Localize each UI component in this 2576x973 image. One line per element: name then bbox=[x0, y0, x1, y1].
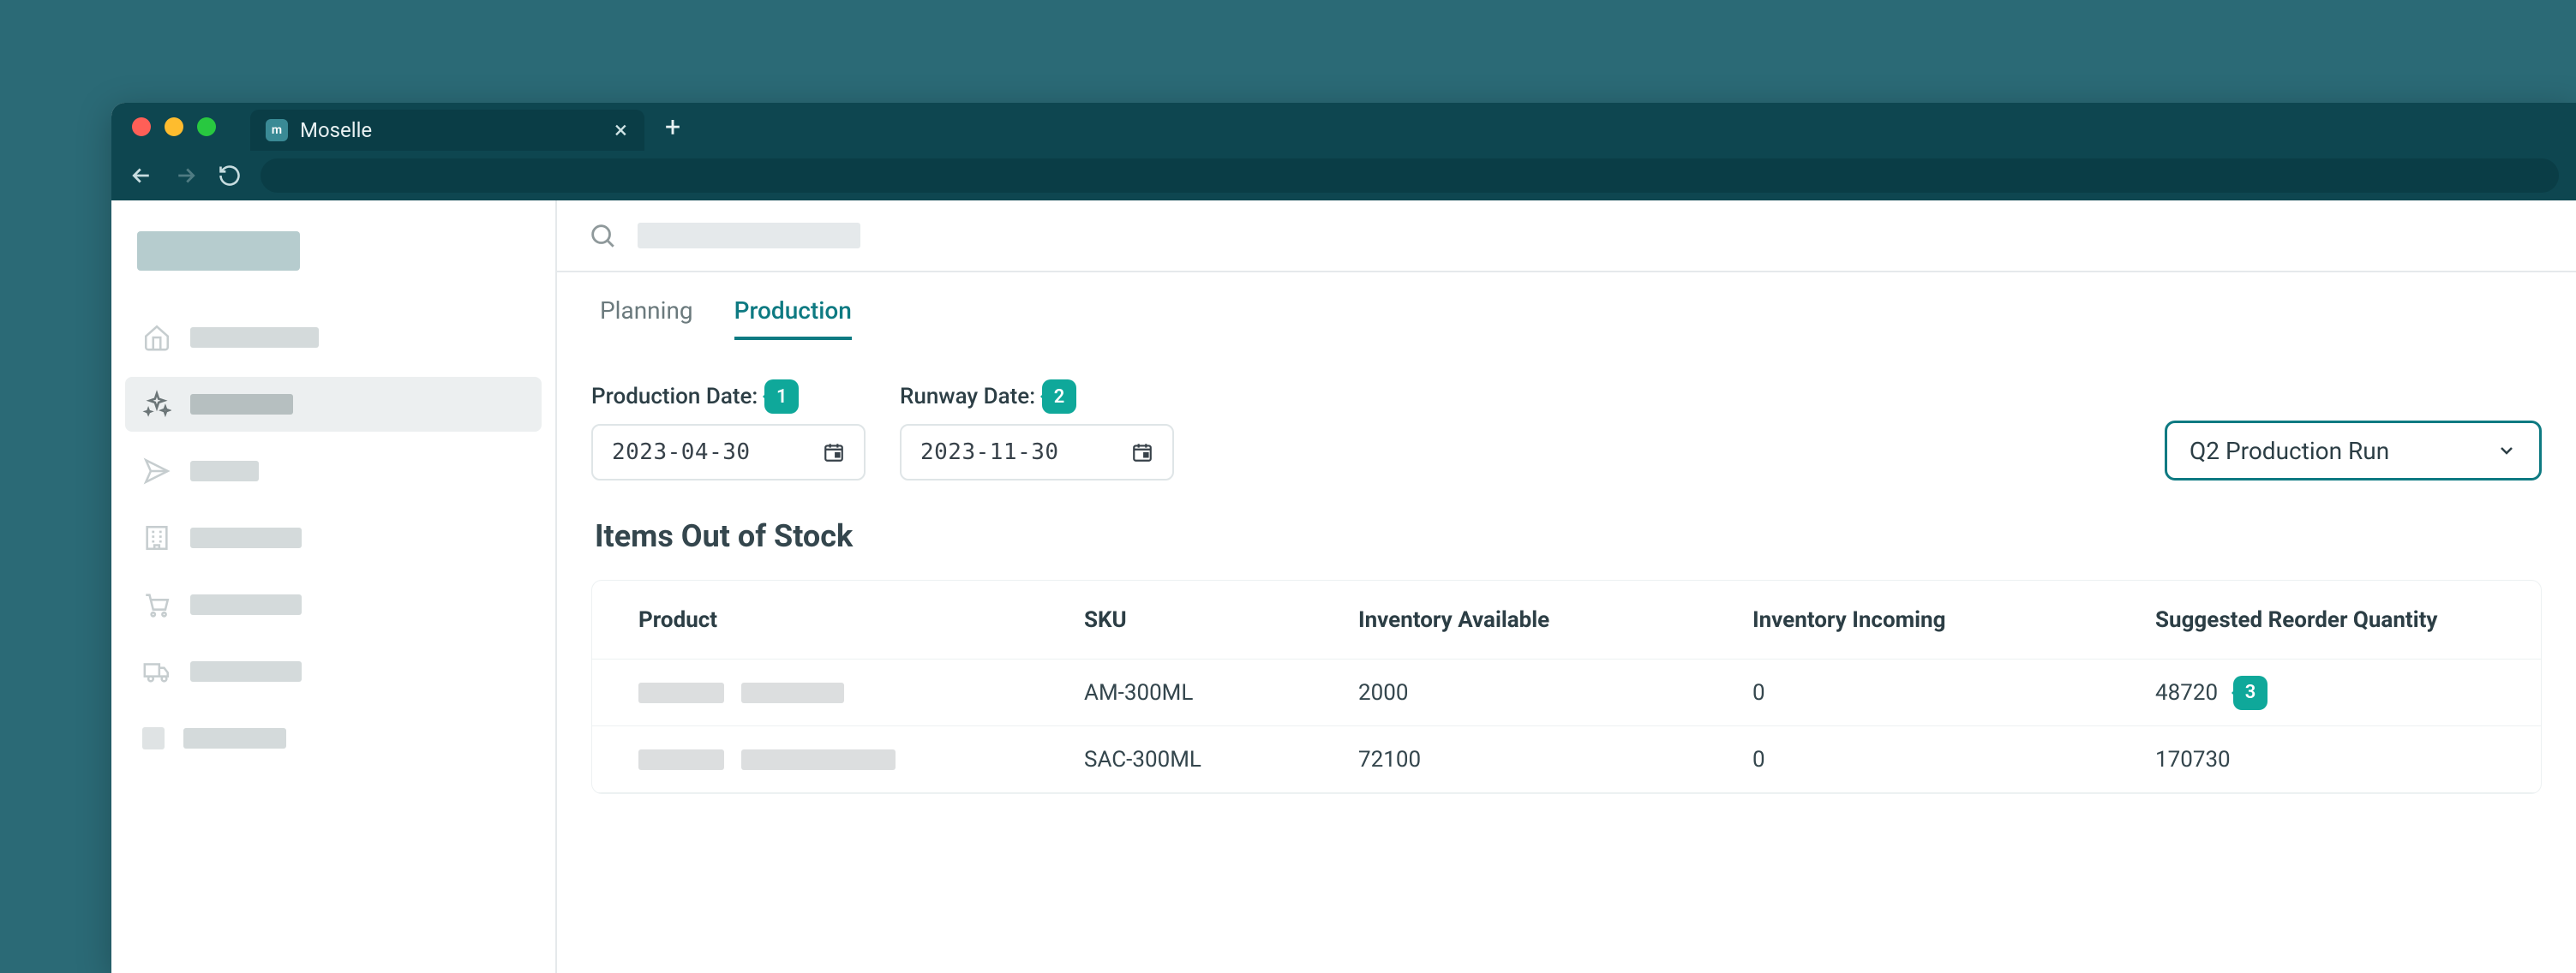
tab-bar: m Moselle × + bbox=[111, 103, 2576, 151]
search-icon bbox=[588, 221, 617, 250]
sidebar-item-send[interactable] bbox=[125, 444, 542, 498]
production-date-input[interactable]: 2023-04-30 bbox=[591, 424, 866, 481]
tab-planning[interactable]: Planning bbox=[600, 296, 693, 340]
cell-reorder: 48720 3 bbox=[2155, 676, 2495, 710]
col-incoming: Inventory Incoming bbox=[1752, 607, 2155, 633]
cell-available: 72100 bbox=[1358, 747, 1752, 773]
sidebar-label-skeleton bbox=[190, 327, 319, 348]
cart-icon bbox=[142, 590, 171, 619]
address-bar[interactable] bbox=[261, 158, 2559, 193]
browser-chrome: m Moselle × + bbox=[111, 103, 2576, 200]
product-skeleton bbox=[638, 683, 1084, 703]
runway-date-label: Runway Date: 2 bbox=[900, 379, 1174, 414]
cell-incoming: 0 bbox=[1752, 680, 2155, 706]
callout-2: 2 bbox=[1042, 379, 1076, 414]
col-sku: SKU bbox=[1084, 607, 1358, 633]
tab-production[interactable]: Production bbox=[734, 296, 852, 340]
sidebar-label-skeleton bbox=[190, 528, 302, 548]
stock-table: Product SKU Inventory Available Inventor… bbox=[591, 580, 2542, 794]
sidebar-item-home[interactable] bbox=[125, 310, 542, 365]
table-row[interactable]: AM-300ML 2000 0 48720 3 bbox=[592, 660, 2541, 726]
building-icon bbox=[142, 523, 171, 552]
sidebar-item-active[interactable] bbox=[125, 377, 542, 432]
col-available: Inventory Available bbox=[1358, 607, 1752, 633]
search-input[interactable] bbox=[638, 223, 860, 248]
col-product: Product bbox=[638, 607, 1084, 633]
send-icon bbox=[142, 457, 171, 486]
new-tab-button[interactable]: + bbox=[665, 113, 680, 140]
sidebar-label-skeleton bbox=[190, 661, 302, 682]
window-maximize-button[interactable] bbox=[197, 117, 216, 136]
main-content: Planning Production Production Date: 1 2… bbox=[557, 200, 2576, 973]
product-skeleton bbox=[638, 749, 1084, 770]
filter-production-date: Production Date: 1 2023-04-30 bbox=[591, 379, 866, 481]
tab-favicon: m bbox=[266, 119, 288, 141]
sidebar-item-truck[interactable] bbox=[125, 644, 542, 699]
traffic-lights bbox=[132, 117, 216, 136]
square-icon bbox=[142, 727, 165, 749]
sidebar-label-skeleton bbox=[190, 594, 302, 615]
sparkles-icon bbox=[142, 390, 171, 419]
browser-window: m Moselle × + bbox=[111, 103, 2576, 973]
production-run-select[interactable]: Q2 Production Run bbox=[2165, 421, 2542, 481]
tab-title: Moselle bbox=[300, 118, 602, 142]
app-logo bbox=[137, 231, 300, 271]
production-date-label: Production Date: 1 bbox=[591, 379, 866, 414]
tab-close-button[interactable]: × bbox=[614, 118, 627, 142]
nav-reload-button[interactable] bbox=[218, 164, 242, 188]
table-header: Product SKU Inventory Available Inventor… bbox=[592, 581, 2541, 660]
url-bar bbox=[111, 151, 2576, 200]
col-reorder: Suggested Reorder Quantity bbox=[2155, 607, 2495, 633]
truck-icon bbox=[142, 657, 171, 686]
sidebar-item-cart[interactable] bbox=[125, 577, 542, 632]
callout-1: 1 bbox=[764, 379, 799, 414]
sidebar-label-skeleton bbox=[190, 461, 259, 481]
cell-reorder: 170730 bbox=[2155, 747, 2495, 773]
calendar-icon bbox=[823, 441, 845, 463]
filters-row: Production Date: 1 2023-04-30 Runway bbox=[591, 379, 2542, 481]
window-close-button[interactable] bbox=[132, 117, 151, 136]
cell-sku: AM-300ML bbox=[1084, 680, 1358, 706]
runway-date-input[interactable]: 2023-11-30 bbox=[900, 424, 1174, 481]
home-icon bbox=[142, 323, 171, 352]
nav-forward-button[interactable] bbox=[173, 163, 199, 188]
calendar-icon bbox=[1131, 441, 1153, 463]
content-area: Planning Production Production Date: 1 2… bbox=[557, 272, 2576, 818]
callout-3: 3 bbox=[2233, 676, 2267, 710]
cell-incoming: 0 bbox=[1752, 747, 2155, 773]
section-title: Items Out of Stock bbox=[595, 518, 2542, 554]
app-shell: Planning Production Production Date: 1 2… bbox=[111, 200, 2576, 973]
browser-tab[interactable]: m Moselle × bbox=[250, 110, 644, 151]
sidebar-item-building[interactable] bbox=[125, 510, 542, 565]
sidebar bbox=[111, 200, 557, 973]
cell-sku: SAC-300ML bbox=[1084, 747, 1358, 773]
chevron-down-icon bbox=[2496, 440, 2517, 461]
topbar bbox=[557, 200, 2576, 272]
table-row[interactable]: SAC-300ML 72100 0 170730 bbox=[592, 726, 2541, 793]
content-tabs: Planning Production bbox=[591, 296, 2542, 342]
cell-available: 2000 bbox=[1358, 680, 1752, 706]
nav-back-button[interactable] bbox=[129, 163, 154, 188]
sidebar-label-skeleton bbox=[190, 394, 293, 415]
filter-runway-date: Runway Date: 2 2023-11-30 bbox=[900, 379, 1174, 481]
sidebar-label-skeleton bbox=[183, 728, 286, 749]
window-minimize-button[interactable] bbox=[165, 117, 183, 136]
sidebar-item-generic[interactable] bbox=[125, 711, 542, 766]
